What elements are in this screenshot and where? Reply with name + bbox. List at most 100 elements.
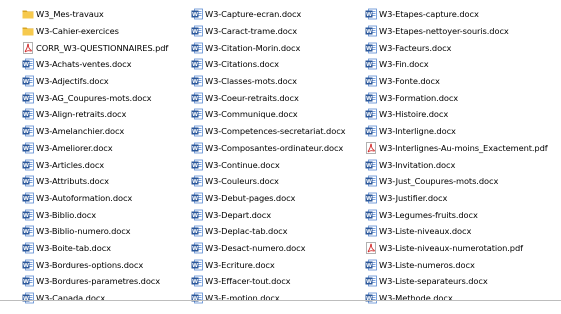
file-name: W3-Canada.docx: [36, 293, 106, 304]
file-item[interactable]: W W3-Composantes-ordinateur.docx: [191, 140, 361, 157]
file-item[interactable]: W W3-Biblio-numero.docx: [22, 223, 192, 240]
file-item[interactable]: W W3-Bordures-options.docx: [22, 256, 192, 273]
file-item[interactable]: CORR_W3-QUESTIONNAIRES.pdf: [22, 39, 192, 56]
file-item[interactable]: W W3-Continue.docx: [191, 156, 361, 173]
file-item[interactable]: W W3-Amelanchier.docx: [22, 123, 192, 140]
file-item[interactable]: W W3-Citation-Morin.docx: [191, 39, 361, 56]
file-name: W3-Composantes-ordinateur.docx: [205, 142, 344, 153]
file-item[interactable]: W W3-Methode.docx: [365, 290, 561, 307]
file-item[interactable]: W W3-Just_Coupures-mots.docx: [365, 173, 561, 190]
file-item[interactable]: W W3-E-motion.docx: [191, 290, 361, 307]
file-name: W3-Legumes-fruits.docx: [379, 209, 478, 220]
file-item[interactable]: W W3-Justifier.docx: [365, 190, 561, 207]
file-column-1: W3_Mes-travaux W3-Cahier-exercices CORR_W3…: [22, 6, 192, 306]
file-item[interactable]: W W3-Interligne.docx: [365, 123, 561, 140]
file-item[interactable]: W W3-Liste-niveaux.docx: [365, 223, 561, 240]
file-item[interactable]: W W3-Bordures-parametres.docx: [22, 273, 192, 290]
file-item[interactable]: W W3-Canada.docx: [22, 290, 192, 307]
file-item[interactable]: W W3-Attributs.docx: [22, 173, 192, 190]
svg-text:W: W: [192, 246, 198, 252]
file-item[interactable]: W W3-Ameliorer.docx: [22, 140, 192, 157]
file-item[interactable]: W W3-Fin.docx: [365, 56, 561, 73]
svg-text:W: W: [192, 196, 198, 202]
file-item[interactable]: W W3-Classes-mots.docx: [191, 73, 361, 90]
svg-text:W: W: [366, 29, 372, 35]
file-name: W3-Etapes-nettoyer-souris.docx: [379, 26, 509, 37]
file-item[interactable]: W W3-Formation.docx: [365, 89, 561, 106]
word-doc-icon: W: [365, 92, 377, 104]
file-item[interactable]: W W3-Autoformation.docx: [22, 190, 192, 207]
pdf-icon: [365, 141, 377, 154]
svg-text:W: W: [23, 79, 29, 85]
file-item[interactable]: W W3-Boite-tab.docx: [22, 240, 192, 257]
svg-text:W: W: [366, 213, 372, 219]
file-item[interactable]: W W3-Facteurs.docx: [365, 39, 561, 56]
file-name: W3-Bordures-options.docx: [36, 259, 144, 270]
file-item[interactable]: W W3-Desact-numero.docx: [191, 240, 361, 257]
file-name: W3-Competences-secretariat.docx: [205, 126, 346, 137]
word-doc-icon: W: [191, 142, 203, 154]
file-name: W3-Methode.docx: [379, 293, 453, 304]
file-item[interactable]: W W3-Competences-secretariat.docx: [191, 123, 361, 140]
file-item[interactable]: W W3-Liste-numeros.docx: [365, 256, 561, 273]
word-doc-icon: W: [191, 225, 203, 237]
svg-text:W: W: [192, 229, 198, 235]
file-item[interactable]: W W3-Capture-ecran.docx: [191, 6, 361, 23]
file-name: W3-Ecriture.docx: [205, 259, 275, 270]
file-item[interactable]: W W3-Coeur-retraits.docx: [191, 89, 361, 106]
file-name: W3-Justifier.docx: [379, 192, 448, 203]
file-item[interactable]: W W3-Histoire.docx: [365, 106, 561, 123]
file-item[interactable]: W3-Liste-niveaux-numerotation.pdf: [365, 240, 561, 257]
word-doc-icon: W: [365, 209, 377, 221]
file-name: W3-Etapes-capture.docx: [379, 9, 479, 20]
file-item[interactable]: W W3-Invitation.docx: [365, 156, 561, 173]
file-item[interactable]: W W3-Achats-ventes.docx: [22, 56, 192, 73]
word-doc-icon: W: [365, 75, 377, 87]
file-item[interactable]: W W3-Etapes-capture.docx: [365, 6, 561, 23]
word-doc-icon: W: [365, 175, 377, 187]
file-item[interactable]: W W3-Adjectifs.docx: [22, 73, 192, 90]
word-doc-icon: W: [22, 275, 34, 287]
file-item[interactable]: W W3-Effacer-tout.docx: [191, 273, 361, 290]
file-item[interactable]: W W3-Fonte.docx: [365, 73, 561, 90]
file-item[interactable]: W W3-Etapes-nettoyer-souris.docx: [365, 23, 561, 40]
svg-text:W: W: [366, 263, 372, 269]
word-doc-icon: W: [191, 275, 203, 287]
svg-text:W: W: [366, 179, 372, 185]
svg-text:W: W: [23, 62, 29, 68]
file-item[interactable]: W W3-Caract-trame.docx: [191, 23, 361, 40]
svg-text:W: W: [23, 163, 29, 169]
word-doc-icon: W: [191, 58, 203, 70]
file-name: W3-Invitation.docx: [379, 159, 456, 170]
word-doc-icon: W: [191, 259, 203, 271]
file-column-2: W W3-Capture-ecran.docx W W3-Caract-trame.d…: [191, 6, 361, 306]
file-item[interactable]: W W3-Ecriture.docx: [191, 256, 361, 273]
file-item[interactable]: W3-Interlignes-Au-moins_Exactement.pdf: [365, 140, 561, 157]
file-item[interactable]: W W3-Citations.docx: [191, 56, 361, 73]
file-item[interactable]: W3-Cahier-exercices: [22, 23, 192, 40]
svg-text:W: W: [366, 62, 372, 68]
file-item[interactable]: W W3-Debut-pages.docx: [191, 190, 361, 207]
file-name: W3-Liste-niveaux.docx: [379, 226, 472, 237]
svg-text:W: W: [23, 246, 29, 252]
file-name: W3-Formation.docx: [379, 92, 459, 103]
file-item[interactable]: W W3-Legumes-fruits.docx: [365, 206, 561, 223]
file-item[interactable]: W W3-Communique.docx: [191, 106, 361, 123]
file-item[interactable]: W W3-Depart.docx: [191, 206, 361, 223]
file-name: W3-Deplac-tab.docx: [205, 226, 288, 237]
file-item[interactable]: W W3-Couleurs.docx: [191, 173, 361, 190]
file-item[interactable]: W W3-Articles.docx: [22, 156, 192, 173]
word-doc-icon: W: [191, 42, 203, 54]
word-doc-icon: W: [22, 292, 34, 304]
file-item[interactable]: W W3-Deplac-tab.docx: [191, 223, 361, 240]
file-item[interactable]: W W3-Align-retraits.docx: [22, 106, 192, 123]
file-name: W3-AG_Coupures-mots.docx: [36, 92, 152, 103]
file-item[interactable]: W W3-Biblio.docx: [22, 206, 192, 223]
svg-text:W: W: [192, 263, 198, 269]
file-name: W3-Capture-ecran.docx: [205, 9, 302, 20]
file-name: W3-Ameliorer.docx: [36, 142, 113, 153]
file-item[interactable]: W3_Mes-travaux: [22, 6, 192, 23]
file-item[interactable]: W W3-Liste-separateurs.docx: [365, 273, 561, 290]
file-item[interactable]: W W3-AG_Coupures-mots.docx: [22, 89, 192, 106]
svg-text:W: W: [366, 12, 372, 18]
